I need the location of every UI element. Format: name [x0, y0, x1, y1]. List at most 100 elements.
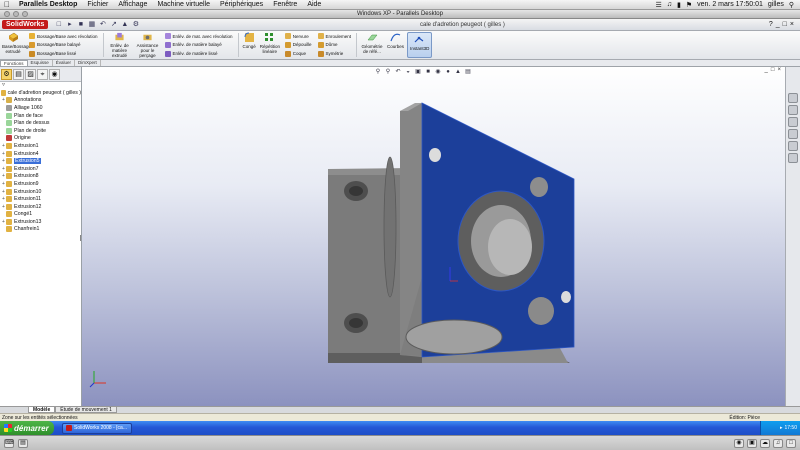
undo-icon[interactable]: ↶ — [98, 20, 107, 29]
apple-icon[interactable]:  — [0, 0, 14, 9]
menu-clock[interactable]: ven. 2 mars 17:50:01 — [697, 1, 763, 8]
flag-icon[interactable]: ⚑ — [686, 1, 692, 9]
fullscreen-icon[interactable]: □ — [786, 438, 796, 448]
tree-item[interactable]: + Extrusion13 — [1, 218, 81, 226]
taskbar-solidworks[interactable]: SolidWorks 2008 - [ca... — [62, 422, 132, 434]
tree-item[interactable]: + Extrusion8 — [1, 173, 81, 181]
tree-item[interactable]: + Extrusion7 — [1, 165, 81, 173]
file-explorer-icon[interactable] — [788, 117, 798, 127]
appearances-icon[interactable] — [788, 153, 798, 163]
options-icon[interactable]: ⚙ — [131, 20, 140, 29]
network-icon[interactable]: ☁ — [760, 438, 770, 448]
start-button[interactable]: démarrer — [0, 421, 54, 435]
solidworks-logo[interactable]: SolidWorks — [2, 20, 49, 29]
mirror-item[interactable]: Symétrie — [317, 50, 352, 57]
dimxpert-tab-icon[interactable]: ⌖ — [37, 68, 48, 80]
menu-machine-virtuelle[interactable]: Machine virtuelle — [152, 1, 215, 8]
feature-tree-tab-icon[interactable]: ⚙ — [1, 68, 12, 80]
menu-fenetre[interactable]: Fenêtre — [268, 1, 302, 8]
curves-button[interactable]: Courbes — [385, 31, 406, 59]
tree-item[interactable]: + Extrusion11 — [1, 195, 81, 203]
tree-item[interactable]: + Extrusion1 — [1, 142, 81, 150]
tab-esquisse[interactable]: Esquisse — [28, 60, 53, 66]
tree-item[interactable]: + Extrusion9 — [1, 180, 81, 188]
shell-item[interactable]: Coque — [284, 50, 312, 57]
rebuild-icon[interactable]: ▲ — [120, 20, 129, 29]
configuration-tab-icon[interactable]: ▨ — [25, 68, 36, 80]
tree-item[interactable]: Plan de face — [1, 112, 81, 120]
tree-item[interactable]: + Annotations — [1, 97, 81, 105]
tray-network-icon[interactable]: ▸ — [780, 425, 783, 431]
menu-aide[interactable]: Aide — [302, 1, 326, 8]
minimize-window-button[interactable] — [13, 11, 19, 17]
devices-icon[interactable]: ▤ — [18, 438, 28, 448]
wifi-icon[interactable]: ☰ — [655, 1, 661, 9]
tree-item[interactable]: + Extrusion5 — [1, 157, 81, 165]
graphics-viewport[interactable]: ⚲ ⚲ ↶ ◒ ▣ ■ ◉ ● ▲ ▤ _ □ × — [82, 67, 785, 406]
tab-dimxpert[interactable]: DimXpert — [75, 60, 101, 66]
loft-cut-item[interactable]: Enlèv. de matière lissé — [164, 50, 233, 57]
tree-item[interactable]: Plan de droite — [1, 127, 81, 135]
linear-pattern-button[interactable]: Répétition linéaire — [258, 31, 282, 59]
dome-item[interactable]: Dôme — [317, 41, 352, 48]
open-icon[interactable]: ▸ — [65, 20, 74, 29]
new-icon[interactable]: □ — [54, 20, 63, 29]
print-icon[interactable]: ▦ — [87, 20, 96, 29]
revolve-cut-item[interactable]: Enlèv. de mat. avec révolution — [164, 33, 233, 40]
tray-clock[interactable]: 17:50 — [784, 425, 797, 431]
search-icon[interactable] — [788, 129, 798, 139]
close-icon[interactable]: × — [790, 21, 794, 28]
base-extrude-button[interactable]: Base/Bossage extrudé — [0, 31, 31, 59]
menu-affichage[interactable]: Affichage — [113, 1, 152, 8]
part-model[interactable] — [82, 67, 785, 406]
zoom-window-button[interactable] — [22, 11, 28, 17]
loft-boss-item[interactable]: Bossage/Base lissé — [29, 50, 98, 57]
view-palette-icon[interactable] — [788, 141, 798, 151]
fillet-button[interactable]: Congé — [241, 31, 258, 59]
sweep-boss-item[interactable]: Bossage/Base balayé — [29, 41, 98, 48]
small-hole-top-left — [429, 148, 441, 162]
wrap-item[interactable]: Enroulement — [317, 33, 351, 40]
tree-item[interactable]: + Extrusion10 — [1, 188, 81, 196]
tree-item[interactable]: + Extrusion4 — [1, 150, 81, 158]
resources-icon[interactable] — [788, 93, 798, 103]
battery-icon[interactable]: ▮ — [677, 1, 681, 9]
usb-icon[interactable]: ▣ — [747, 438, 757, 448]
sweep-cut-item[interactable]: Enlèv. de matière balayé — [164, 41, 233, 48]
property-manager-tab-icon[interactable]: ▤ — [13, 68, 24, 80]
tree-item[interactable]: Origine — [1, 135, 81, 143]
menu-peripheriques[interactable]: Périphériques — [215, 1, 268, 8]
restore-icon[interactable]: □ — [783, 21, 787, 28]
tree-item[interactable]: Plan de dessus — [1, 119, 81, 127]
save-icon[interactable]: ■ — [76, 20, 85, 29]
help-icon[interactable]: ? — [769, 21, 773, 28]
cd-icon[interactable]: ◉ — [734, 438, 744, 448]
cut-extrude-button[interactable]: Enlèv. de matière extrudé — [106, 31, 134, 59]
sound-icon[interactable]: ♫ — [773, 438, 783, 448]
tree-item[interactable]: Alliage 1060 — [1, 104, 81, 112]
revolve-boss-item[interactable]: Bossage/Base avec révolution — [29, 33, 98, 40]
rib-item[interactable]: Nervure — [284, 33, 312, 40]
tree-item[interactable]: Congé1 — [1, 211, 81, 219]
reference-geometry-button[interactable]: Géométrie de réfé... — [359, 31, 385, 59]
instant3d-button[interactable]: Instant3D — [407, 32, 433, 58]
tab-fonctions[interactable]: Fonctions — [0, 60, 28, 66]
minimize-icon[interactable]: _ — [776, 21, 780, 28]
tree-item[interactable]: Chanfrein1 — [1, 226, 81, 234]
tree-item[interactable]: + Extrusion12 — [1, 203, 81, 211]
keyboard-icon[interactable]: ⌨ — [4, 438, 14, 448]
spotlight-icon[interactable]: ⚲ — [789, 1, 794, 9]
select-icon[interactable]: ↗ — [109, 20, 118, 29]
tree-root[interactable]: cale d'adretion peugeot ( gilles ) — [1, 89, 81, 97]
close-window-button[interactable] — [4, 11, 10, 17]
menu-user[interactable]: gilles — [768, 1, 784, 8]
task-pane — [785, 67, 800, 406]
hole-wizard-button[interactable]: Assistance pour le perçage — [134, 31, 162, 59]
tab-evaluer[interactable]: Évaluer — [53, 60, 76, 66]
design-library-icon[interactable] — [788, 105, 798, 115]
draft-item[interactable]: Dépouille — [284, 41, 312, 48]
volume-icon[interactable]: ♫ — [667, 1, 672, 8]
display-manager-tab-icon[interactable]: ◉ — [49, 68, 60, 80]
menu-app[interactable]: Parallels Desktop — [14, 1, 82, 8]
menu-fichier[interactable]: Fichier — [82, 1, 113, 8]
